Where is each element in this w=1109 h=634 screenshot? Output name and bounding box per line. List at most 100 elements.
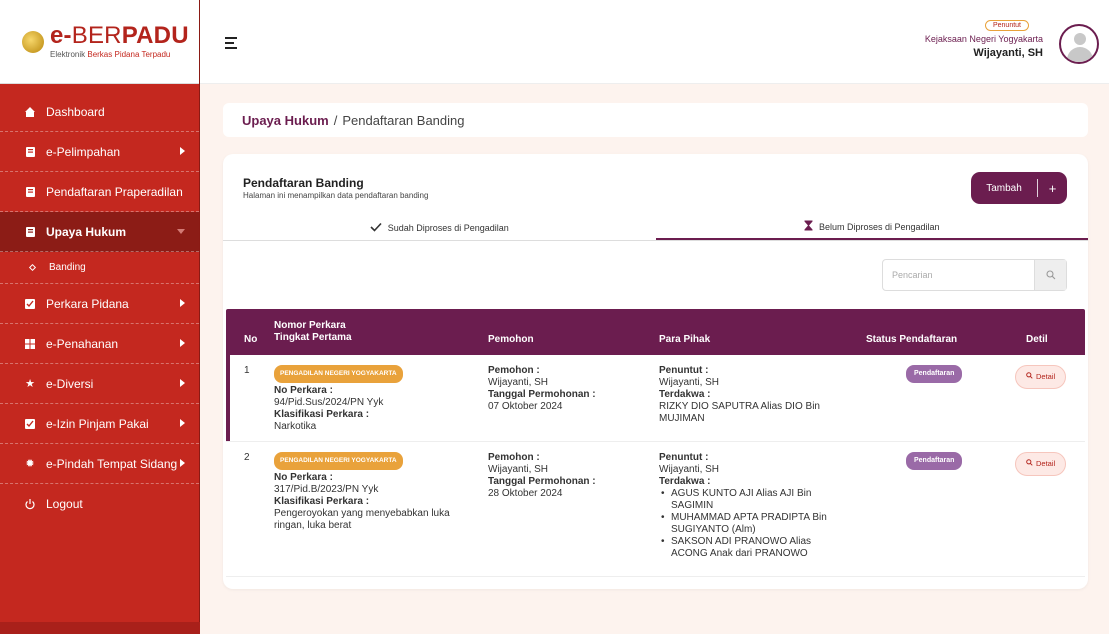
top-bar: Penuntut Kejaksaan Negeri Yogyakarta Wij… (200, 0, 1109, 84)
search-icon (1026, 458, 1033, 470)
user-name: Wijayanti, SH (973, 47, 1043, 59)
parties-info: Penuntut : Wijayanti, SH Terdakwa : RIZK… (659, 365, 820, 424)
hamburger-menu-icon[interactable] (225, 37, 237, 52)
sidebar-item-e-pelimpahan[interactable]: e-Pelimpahan (0, 132, 199, 172)
applicant-info: Pemohon : Wijayanti, SH Tanggal Permohon… (488, 365, 596, 412)
sidebar-item-e-pindah-tempat-sidang[interactable]: ✹ e-Pindah Tempat Sidang (0, 444, 199, 484)
detail-cell: Detail (1015, 452, 1067, 476)
checkbox-icon (24, 418, 36, 430)
sidebar-footer (0, 622, 200, 634)
search-icon (1045, 270, 1055, 280)
document-icon (24, 226, 36, 238)
content-card: Pendaftaran Banding Halaman ini menampil… (223, 154, 1088, 589)
case-classification: Pengeroyokan yang menyebabkan luka ringa… (274, 508, 450, 531)
logo-subtitle: Elektronik Berkas Pidana Terpadu (50, 50, 171, 59)
breadcrumb-current: Pendaftaran Banding (342, 112, 465, 128)
breadcrumb-separator: / (333, 112, 338, 128)
sidebar-item-upaya-hukum[interactable]: Upaya Hukum (0, 212, 199, 252)
detail-cell: Detail (1015, 365, 1067, 389)
document-icon (24, 146, 36, 158)
sidebar-item-logout[interactable]: Logout (0, 484, 199, 524)
case-info: PENGADILAN NEGERI YOGYAKARTA No Perkara … (274, 452, 464, 532)
case-number: 94/Pid.Sus/2024/PN Yyk (274, 397, 384, 408)
user-info: Penuntut Kejaksaan Negeri Yogyakarta Wij… (925, 14, 1043, 59)
breadcrumb-parent-link[interactable]: Upaya Hukum (242, 113, 329, 128)
detail-button[interactable]: Detail (1015, 365, 1067, 389)
tab-bar: Sudah Diproses di Pengadilan Belum Dipro… (223, 216, 1088, 241)
chevron-right-icon (180, 299, 185, 307)
sidebar-item-pendaftaran-praperadilan[interactable]: Pendaftaran Praperadilan (0, 172, 199, 212)
home-icon (24, 106, 36, 118)
emblem-icon (22, 30, 44, 53)
case-info: PENGADILAN NEGERI YOGYAKARTA No Perkara … (274, 365, 403, 433)
sidebar-item-perkara-pidana[interactable]: Perkara Pidana (0, 284, 199, 324)
sidebar-item-label: Dashboard (46, 104, 105, 119)
page-title: Pendaftaran Banding (243, 176, 364, 190)
row-number: 2 (244, 452, 250, 463)
sidebar-item-e-penahanan[interactable]: e-Penahanan (0, 324, 199, 364)
case-number: 317/Pid.B/2023/PN Yyk (274, 484, 379, 495)
sidebar-subitem-banding[interactable]: Banding (0, 252, 199, 284)
tab-sudah-diproses[interactable]: Sudah Diproses di Pengadilan (223, 216, 656, 240)
status-badge: Pendaftaran (906, 365, 963, 383)
chevron-right-icon (180, 419, 185, 427)
sidebar-item-label: Upaya Hukum (46, 224, 127, 239)
tab-belum-diproses[interactable]: Belum Diproses di Pengadilan (655, 216, 1088, 240)
parties-info: Penuntut : Wijayanti, SH Terdakwa : AGUS… (659, 452, 829, 560)
sidebar-item-e-izin-pinjam-pakai[interactable]: e-Izin Pinjam Pakai (0, 404, 199, 444)
list-item: SAKSON ADI PRANOWO Alias ACONG Anak dari… (659, 536, 829, 560)
grid-icon (24, 338, 36, 350)
chevron-right-icon (180, 379, 185, 387)
sidebar-item-label: e-Pindah Tempat Sidang (46, 456, 178, 471)
column-header-nomor-perkara: Nomor Perkara Tingkat Pertama (274, 320, 352, 343)
check-icon (370, 222, 382, 235)
diamond-icon (28, 263, 37, 272)
sidebar: e-BERPADU Elektronik Berkas Pidana Terpa… (0, 0, 200, 634)
sidebar-item-e-diversi[interactable]: ★ e-Diversi (0, 364, 199, 404)
sidebar-item-label: Pendaftaran Praperadilan (46, 184, 183, 199)
status-cell: Pendaftaran (906, 452, 963, 470)
banding-table: No Nomor Perkara Tingkat Pertama Pemohon… (226, 309, 1085, 577)
sidebar-item-label: e-Pelimpahan (46, 144, 121, 159)
tab-label: Sudah Diproses di Pengadilan (387, 223, 509, 233)
button-divider (1037, 179, 1038, 197)
sidebar-item-label: Logout (46, 497, 83, 511)
court-badge: PENGADILAN NEGERI YOGYAKARTA (274, 452, 403, 470)
avatar[interactable] (1059, 24, 1099, 64)
breadcrumb: Upaya Hukum / Pendaftaran Banding (223, 103, 1088, 137)
star-icon: ★ (25, 378, 35, 390)
app-logo[interactable]: e-BERPADU Elektronik Berkas Pidana Terpa… (0, 0, 199, 84)
sidebar-item-label: Banding (49, 262, 86, 273)
status-cell: Pendaftaran (906, 365, 963, 383)
sidebar-item-label: e-Izin Pinjam Pakai (46, 416, 149, 431)
table-header: No Nomor Perkara Tingkat Pertama Pemohon… (226, 309, 1085, 355)
sidebar-item-label: Perkara Pidana (46, 296, 129, 311)
power-icon (24, 498, 36, 510)
applicant-info: Pemohon : Wijayanti, SH Tanggal Permohon… (488, 452, 596, 499)
hourglass-icon (804, 220, 813, 234)
detail-button[interactable]: Detail (1015, 452, 1067, 476)
court-badge: PENGADILAN NEGERI YOGYAKARTA (274, 365, 403, 383)
plus-icon: + (1048, 180, 1057, 196)
chevron-down-icon (177, 229, 185, 234)
logo-title: e-BERPADU (50, 22, 189, 49)
role-badge: Penuntut (984, 20, 1029, 31)
add-button-label: Tambah (986, 182, 1022, 194)
status-badge: Pendaftaran (906, 452, 963, 470)
table-row: 2 PENGADILAN NEGERI YOGYAKARTA No Perkar… (226, 442, 1085, 577)
sidebar-item-dashboard[interactable]: Dashboard (0, 92, 199, 132)
add-button[interactable]: Tambah + (971, 172, 1067, 204)
search-box (882, 259, 1067, 291)
search-input[interactable] (883, 260, 1034, 290)
defendant-list: AGUS KUNTO AJI Alias AJI Bin SAGIMIN MUH… (659, 488, 829, 560)
sidebar-menu: Dashboard e-Pelimpahan Pendaftaran Prape… (0, 92, 199, 524)
chevron-right-icon (180, 339, 185, 347)
gear-icon: ✹ (25, 458, 35, 470)
page-subtitle: Halaman ini menampilkan data pendaftaran… (243, 191, 429, 200)
tab-label: Belum Diproses di Pengadilan (818, 222, 940, 232)
search-button[interactable] (1034, 260, 1066, 290)
chevron-right-icon (180, 459, 185, 467)
list-item: MUHAMMAD APTA PRADIPTA Bin SUGIYANTO (Al… (659, 512, 829, 536)
row-number: 1 (244, 365, 250, 376)
office-name: Kejaksaan Negeri Yogyakarta (924, 34, 1043, 44)
